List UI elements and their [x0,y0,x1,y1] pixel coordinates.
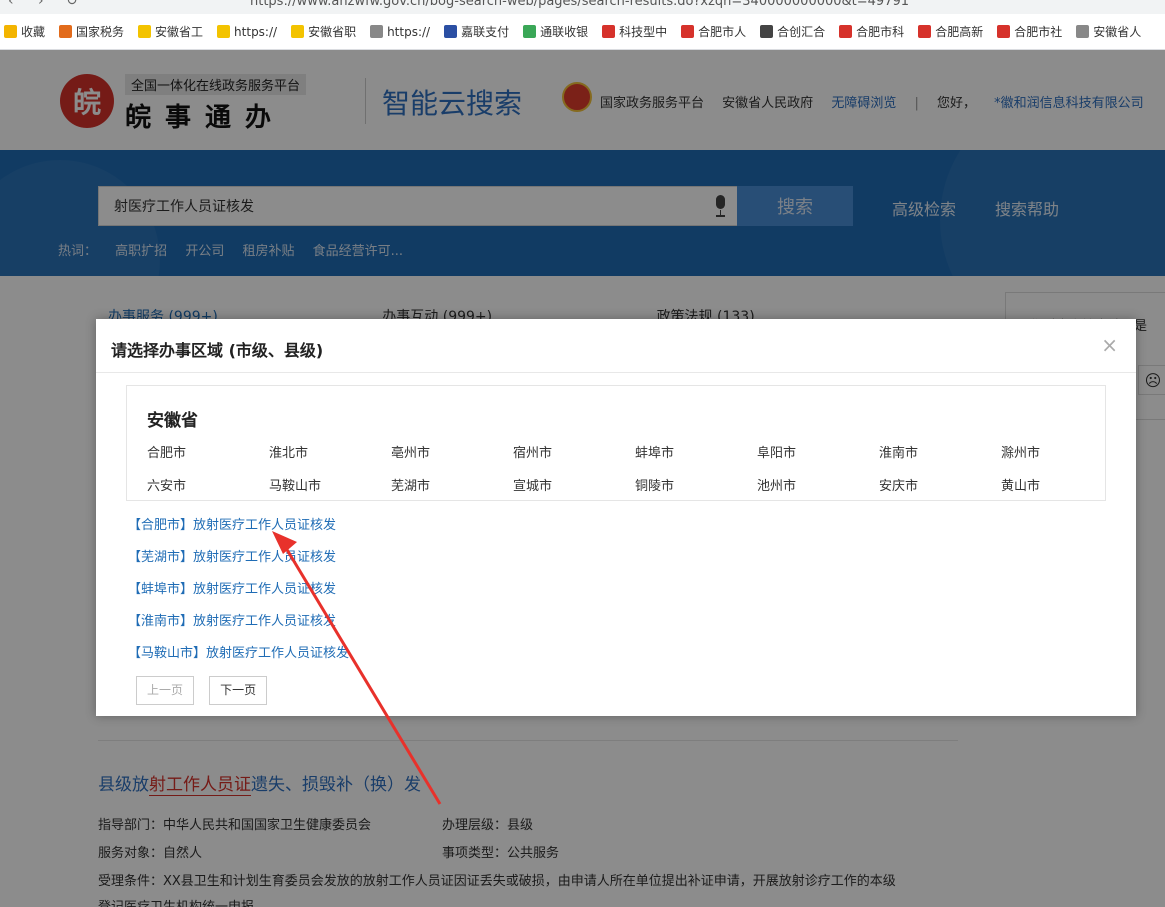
bookmark-label: https:// [387,24,431,39]
bookmark-favicon-icon [839,25,853,38]
bookmark-item[interactable]: 通联收银 [523,23,588,40]
city-option[interactable]: 六安市 [147,475,269,494]
bookmark-item[interactable]: 安徽省人 [1076,23,1141,40]
bookmark-item[interactable]: 合肥市人 [681,23,746,40]
close-icon[interactable]: × [1101,333,1118,357]
bookmark-favicon-icon [291,25,305,38]
bookmark-item[interactable]: 合创汇合 [760,23,825,40]
city-option[interactable]: 蚌埠市 [635,442,757,461]
region-panel: 安徽省 合肥市 淮北市 亳州市 宿州市 蚌埠市 阜阳市 淮南市 滁州市 六安市 马鞍山市 芜湖市 宣城… [126,385,1106,501]
city-option[interactable]: 芜湖市 [391,475,513,494]
bookmark-item[interactable]: 嘉联支付 [444,23,509,40]
city-option[interactable]: 宣城市 [513,475,635,494]
service-result-link[interactable]: 【合肥市】放射医疗工作人员证核发 [128,515,349,547]
bookmark-label: 安徽省工 [155,25,204,39]
bookmark-favicon-icon [760,25,774,38]
browser-address-strip: ‹ › ↻ https://www.ahzwfw.gov.cn/bog-sear… [0,0,1165,14]
province-name: 安徽省 [147,411,198,431]
bookmark-item[interactable]: 国家税务 [59,23,124,40]
city-option[interactable]: 亳州市 [391,442,513,461]
bookmark-label: 合肥市社 [1014,25,1063,39]
bookmark-favicon-icon [138,25,152,38]
city-option[interactable]: 阜阳市 [757,442,879,461]
modal-title: 请选择办事区域 (市级、县级) [111,341,324,360]
bookmark-item[interactable]: 科技型中 [602,23,667,40]
bookmark-item[interactable]: 安徽省职 [291,23,356,40]
city-option[interactable]: 铜陵市 [635,475,757,494]
bookmark-item[interactable]: 安徽省工 [138,23,203,40]
bookmark-label: 收藏 [21,25,46,39]
address-bar[interactable]: https://www.ahzwfw.gov.cn/bog-search-web… [250,0,909,9]
bookmark-favicon-icon [59,25,73,38]
star-icon [4,25,17,38]
bookmark-item[interactable]: https:// [370,25,430,39]
bookmark-label: 嘉联支付 [461,25,510,39]
service-result-link[interactable]: 【芜湖市】放射医疗工作人员证核发 [128,547,349,579]
back-icon[interactable]: ‹ [8,0,14,9]
forward-icon[interactable]: › [38,0,44,9]
bookmark-favicon-icon [602,25,616,38]
city-option[interactable]: 淮南市 [879,442,1001,461]
bookmark-favicon-icon [1076,25,1090,38]
modal-header: 请选择办事区域 (市级、县级) × [96,319,1136,373]
bookmark-favicon-icon [370,25,384,38]
bookmark-label: 合肥高新 [935,25,984,39]
pagination: 上一页 下一页 [136,676,278,705]
bookmark-label: 国家税务 [76,25,125,39]
bookmark-item[interactable]: 合肥市社 [997,23,1062,40]
service-result-link[interactable]: 【淮南市】放射医疗工作人员证核发 [128,611,349,643]
bookmark-label: 合肥市科 [856,25,905,39]
bookmark-favicon-icon [444,25,458,38]
bookmark-label: 合创汇合 [777,25,826,39]
city-grid: 合肥市 淮北市 亳州市 宿州市 蚌埠市 阜阳市 淮南市 滁州市 六安市 马鞍山市 芜湖市 宣城市 铜陵市… [147,442,1107,494]
bookmark-item[interactable]: 合肥市科 [839,23,904,40]
service-result-link[interactable]: 【蚌埠市】放射医疗工作人员证核发 [128,579,349,611]
bookmark-favicon-icon [217,25,231,38]
bookmark-label: 科技型中 [619,25,668,39]
bookmark-label: 合肥市人 [698,25,747,39]
bookmark-favicon-icon [681,25,695,38]
city-option[interactable]: 宿州市 [513,442,635,461]
bookmark-item[interactable]: 合肥高新 [918,23,983,40]
bookmarks-bar: 收藏 国家税务 安徽省工 https:// 安徽省职 https:// 嘉联支付 通联收银 科技… [0,14,1165,50]
prev-page-button[interactable]: 上一页 [136,676,195,705]
bookmark-label: https:// [234,24,278,39]
city-option[interactable]: 淮北市 [269,442,391,461]
next-page-button[interactable]: 下一页 [209,676,268,705]
service-result-link[interactable]: 【马鞍山市】放射医疗工作人员证核发 [128,643,349,675]
result-link-list: 【合肥市】放射医疗工作人员证核发 【芜湖市】放射医疗工作人员证核发 【蚌埠市】放射医… [128,515,349,675]
city-option[interactable]: 黄山市 [1001,475,1123,494]
bookmark-favicon-icon [997,25,1011,38]
bookmark-item[interactable]: https:// [217,25,277,39]
city-option[interactable]: 池州市 [757,475,879,494]
city-option[interactable]: 滁州市 [1001,442,1123,461]
bookmark-favicon-icon [523,25,537,38]
city-option[interactable]: 安庆市 [879,475,1001,494]
city-option[interactable]: 合肥市 [147,442,269,461]
bookmark-label: 通联收银 [540,25,589,39]
bookmark-label: 安徽省人 [1093,25,1142,39]
city-option[interactable]: 马鞍山市 [269,475,391,494]
reload-icon[interactable]: ↻ [66,0,78,9]
bookmark-item[interactable]: 收藏 [4,23,45,40]
region-select-modal: 请选择办事区域 (市级、县级) × 安徽省 合肥市 淮北市 亳州市 宿州市 蚌埠市 阜阳市… [96,319,1136,716]
bookmark-label: 安徽省职 [308,25,357,39]
bookmark-favicon-icon [918,25,932,38]
